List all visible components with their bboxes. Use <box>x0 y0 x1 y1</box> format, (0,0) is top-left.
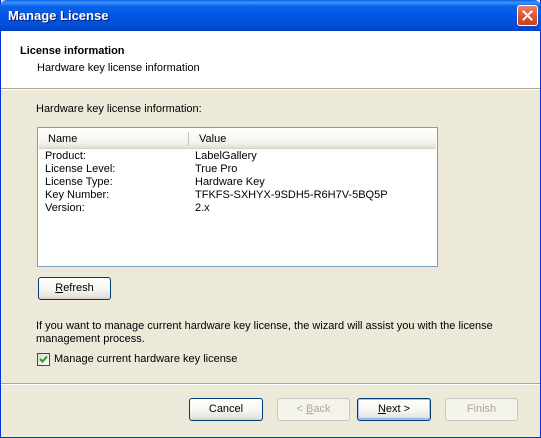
list-item[interactable]: License Level: True Pro <box>45 163 435 176</box>
column-divider[interactable] <box>188 132 189 146</box>
next-button[interactable]: Next > <box>357 398 431 421</box>
finish-button[interactable]: Finish <box>445 398 518 421</box>
listview-header: Name Value <box>39 129 436 149</box>
header-divider <box>1 89 540 90</box>
title-bar[interactable]: Manage License <box>0 0 541 31</box>
cancel-button[interactable]: Cancel <box>189 398 263 421</box>
close-button[interactable] <box>517 5 538 26</box>
list-item[interactable]: Version: 2.x <box>45 202 435 215</box>
wizard-header: License information Hardware key license… <box>1 31 540 89</box>
refresh-accel: R <box>55 282 64 294</box>
refresh-button[interactable]: Refresh <box>38 277 111 300</box>
manage-license-checkbox[interactable] <box>37 353 50 366</box>
footer-divider-highlight <box>1 384 540 385</box>
column-header-value[interactable]: Value <box>199 133 226 145</box>
listview-rows: Product: LabelGallery License Level: Tru… <box>45 150 435 215</box>
back-label: ack <box>313 403 331 415</box>
list-item[interactable]: Key Number: TFKFS-SXHYX-9SDH5-R6H7V-5BQ5… <box>45 189 435 202</box>
header-subtitle: Hardware key license information <box>37 62 200 74</box>
row-value: 2.x <box>195 202 210 214</box>
row-value: True Pro <box>195 163 238 175</box>
info-text: If you want to manage current hardware k… <box>36 320 493 345</box>
next-label: ext > <box>385 403 411 415</box>
row-name: Key Number: <box>45 189 110 201</box>
row-name: License Level: <box>45 163 116 175</box>
row-value: Hardware Key <box>195 176 265 188</box>
back-prefix: < <box>296 403 306 415</box>
window-title: Manage License <box>8 8 109 23</box>
row-name: License Type: <box>45 176 113 188</box>
manage-license-dialog: Manage License License information Hardw… <box>0 0 541 438</box>
refresh-label: efresh <box>63 282 94 294</box>
list-item[interactable]: License Type: Hardware Key <box>45 176 435 189</box>
back-button[interactable]: < Back <box>277 398 350 421</box>
row-name: Version: <box>45 202 85 214</box>
manage-license-label[interactable]: Manage current hardware key license <box>54 353 237 365</box>
next-accel: N <box>377 403 386 415</box>
section-label: Hardware key license information: <box>36 103 202 115</box>
header-title: License information <box>20 45 125 57</box>
checkmark-icon <box>39 355 48 363</box>
list-item[interactable]: Product: LabelGallery <box>45 150 435 163</box>
close-icon <box>522 10 533 21</box>
row-name: Product: <box>45 150 86 162</box>
row-value: TFKFS-SXHYX-9SDH5-R6H7V-5BQ5P <box>195 189 388 201</box>
column-header-name[interactable]: Name <box>48 133 77 145</box>
license-info-listview[interactable]: Name Value Product: LabelGallery License… <box>37 127 438 267</box>
row-value: LabelGallery <box>195 150 257 162</box>
